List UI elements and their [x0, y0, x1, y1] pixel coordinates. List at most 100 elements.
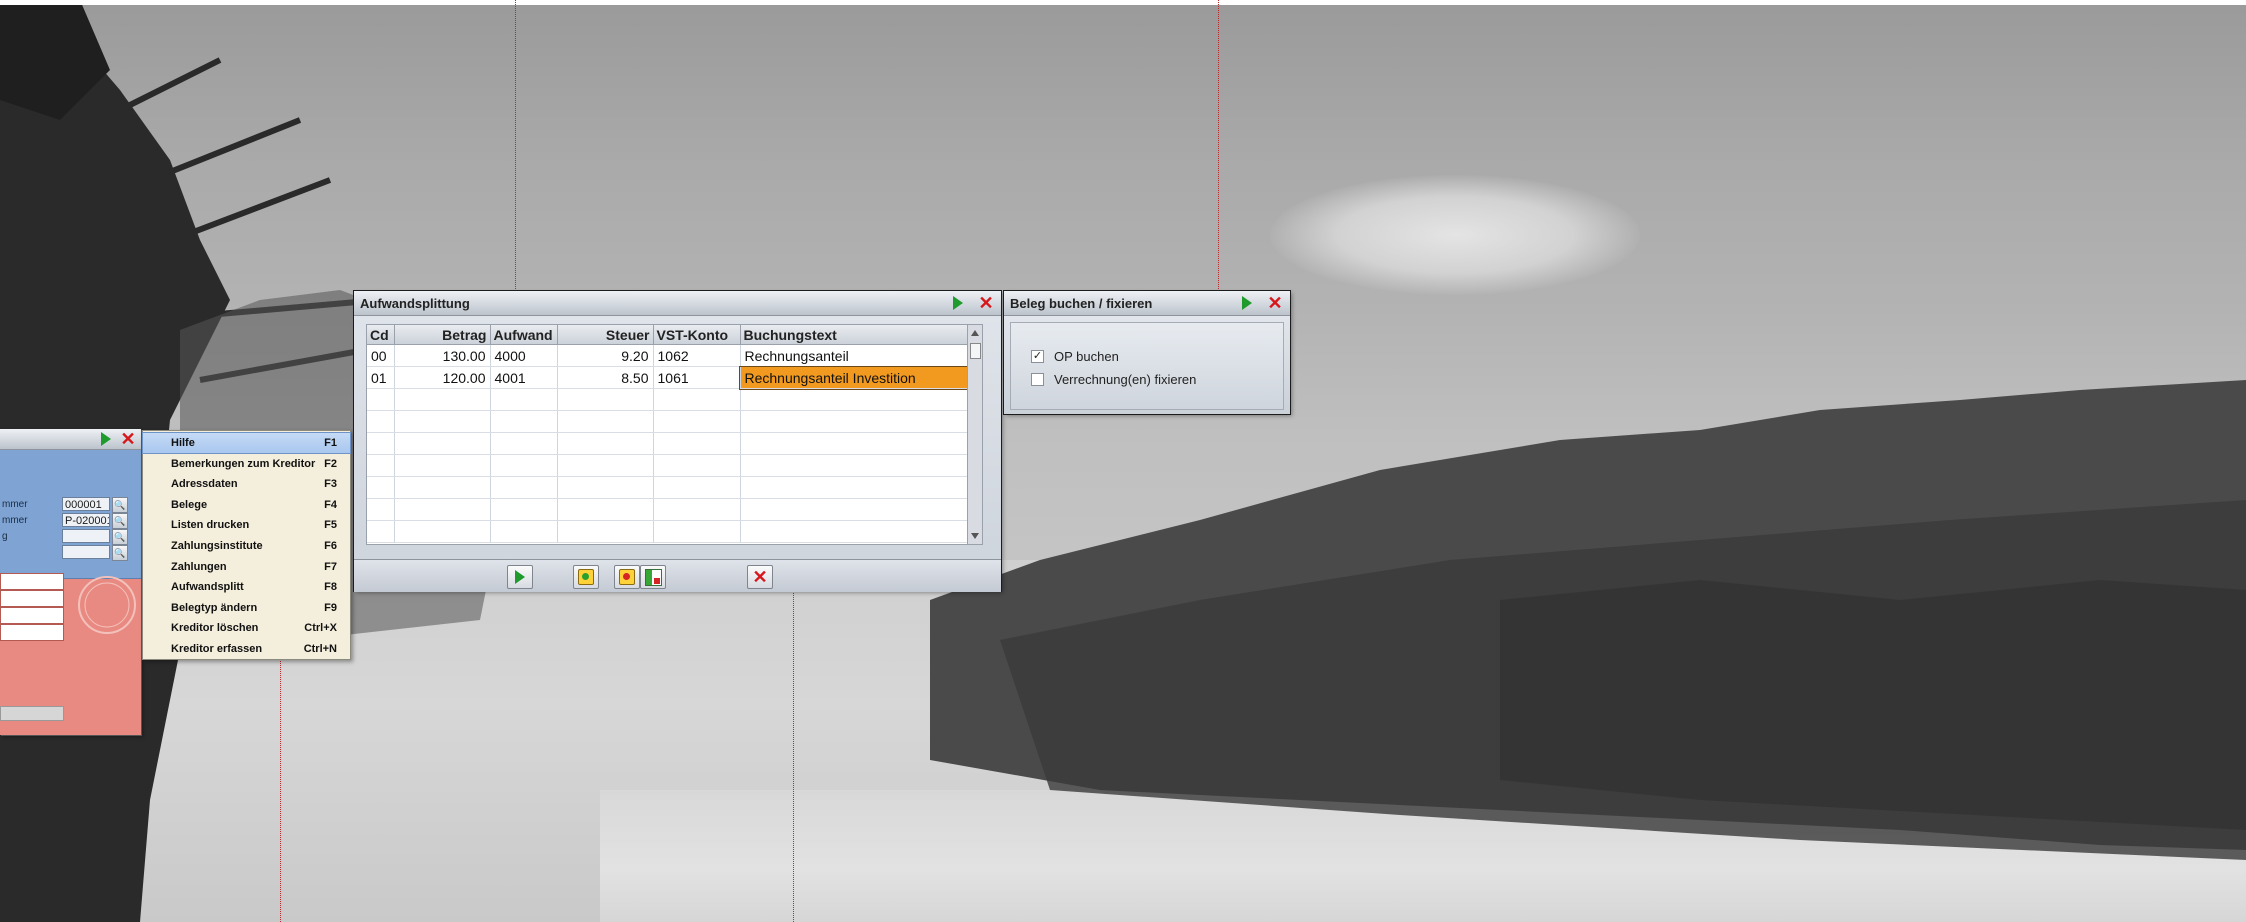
table-row[interactable]	[367, 410, 971, 433]
table-row[interactable]	[367, 520, 971, 543]
cell-steuer[interactable]: 9.20	[557, 344, 654, 367]
cell-vst[interactable]	[653, 476, 741, 499]
cell-text[interactable]	[740, 454, 971, 477]
cell-steuer[interactable]	[557, 410, 654, 433]
cell-betrag[interactable]	[394, 410, 491, 433]
cell-cd[interactable]	[367, 388, 395, 411]
cell-text[interactable]	[740, 388, 971, 411]
cell-steuer[interactable]	[557, 498, 654, 521]
cell-steuer[interactable]	[557, 454, 654, 477]
column-header[interactable]: Betrag	[394, 325, 491, 345]
cell-betrag[interactable]	[394, 432, 491, 455]
lookup-button[interactable]: 🔍	[112, 513, 128, 529]
cell-steuer[interactable]	[557, 476, 654, 499]
cell-cd[interactable]	[367, 476, 395, 499]
menu-item[interactable]: Belege F4	[143, 495, 350, 515]
column-header[interactable]: Steuer	[557, 325, 654, 345]
close-button[interactable]: ✕	[1266, 294, 1284, 312]
go-button[interactable]	[97, 430, 115, 448]
table-row[interactable]	[367, 498, 971, 521]
delete-record-button[interactable]	[614, 565, 640, 589]
column-header[interactable]: Buchungstext	[740, 325, 971, 345]
cell-text[interactable]	[740, 432, 971, 455]
go-button[interactable]	[507, 565, 533, 589]
column-header[interactable]: Cd	[367, 325, 395, 345]
cell-text[interactable]: Rechnungsanteil Investition	[739, 365, 971, 390]
menu-item[interactable]: Hilfe F1	[142, 432, 351, 454]
cell-aufwand[interactable]: 4001	[490, 366, 558, 389]
cell-text[interactable]	[740, 520, 971, 543]
cell-betrag[interactable]: 130.00	[394, 344, 491, 367]
cell-aufwand[interactable]	[490, 410, 558, 433]
cell-aufwand[interactable]	[490, 388, 558, 411]
menu-item[interactable]: Belegtyp ändern F9	[143, 598, 350, 618]
cell-steuer[interactable]	[557, 520, 654, 543]
verrechnung-fixieren-checkbox[interactable]	[1031, 373, 1044, 386]
lookup-button[interactable]: 🔍	[112, 529, 128, 545]
account-number-field[interactable]: P-020001	[62, 513, 110, 527]
cell-text[interactable]	[740, 498, 971, 521]
kreditor-input[interactable]	[0, 590, 64, 607]
kreditor-input[interactable]	[0, 573, 64, 590]
menu-item[interactable]: Kreditor löschen Ctrl+X	[143, 618, 350, 638]
menu-item[interactable]: Adressdaten F3	[143, 474, 350, 494]
fourth-field[interactable]	[62, 545, 110, 559]
cell-cd[interactable]	[367, 498, 395, 521]
table-row[interactable]: 00 130.00 4000 9.20 1062 Rechnungsanteil	[367, 344, 971, 367]
table-row[interactable]: 01 120.00 4001 8.50 1061 Rechnungsanteil Inve…	[367, 365, 971, 390]
go-button[interactable]	[1238, 294, 1256, 312]
scroll-up-icon[interactable]	[971, 330, 979, 336]
menu-item[interactable]: Zahlungsinstitute F6	[143, 536, 350, 556]
cell-vst[interactable]	[653, 498, 741, 521]
table-row[interactable]	[367, 476, 971, 499]
vertical-scrollbar[interactable]	[967, 325, 982, 544]
go-button[interactable]	[949, 294, 967, 312]
kreditor-input[interactable]	[0, 607, 64, 624]
cell-vst[interactable]	[653, 454, 741, 477]
lookup-button[interactable]: 🔍	[112, 545, 128, 561]
menu-item[interactable]: Aufwandsplitt F8	[143, 577, 350, 597]
cell-betrag[interactable]	[394, 476, 491, 499]
cell-steuer[interactable]: 8.50	[557, 366, 654, 389]
column-header[interactable]: VST-Konto	[653, 325, 741, 345]
scroll-thumb[interactable]	[970, 343, 981, 359]
cell-text[interactable]: Rechnungsanteil	[740, 344, 971, 367]
op-buchen-checkbox[interactable]: ✓	[1031, 350, 1044, 363]
third-field[interactable]	[62, 529, 110, 543]
new-record-button[interactable]	[573, 565, 599, 589]
table-row[interactable]	[367, 432, 971, 455]
cell-aufwand[interactable]	[490, 520, 558, 543]
cell-betrag[interactable]	[394, 520, 491, 543]
table-view-button[interactable]	[640, 565, 666, 589]
cancel-button[interactable]: ✕	[747, 565, 773, 589]
menu-item[interactable]: Kreditor erfassen Ctrl+N	[143, 639, 350, 659]
cell-cd[interactable]: 00	[367, 344, 395, 367]
lookup-button[interactable]: 🔍	[112, 497, 128, 513]
cell-betrag[interactable]	[394, 454, 491, 477]
cell-aufwand[interactable]	[490, 476, 558, 499]
menu-item[interactable]: Listen drucken F5	[143, 515, 350, 535]
verrechnung-fixieren-option[interactable]: Verrechnung(en) fixieren	[1031, 372, 1196, 387]
scroll-down-icon[interactable]	[971, 533, 979, 539]
table-row[interactable]	[367, 388, 971, 411]
cell-vst[interactable]	[653, 410, 741, 433]
cell-cd[interactable]	[367, 454, 395, 477]
menu-item[interactable]: Zahlungen F7	[143, 557, 350, 577]
table-row[interactable]	[367, 454, 971, 477]
cell-cd[interactable]	[367, 410, 395, 433]
cell-betrag[interactable]: 120.00	[394, 366, 491, 389]
cell-text[interactable]	[740, 476, 971, 499]
cell-cd[interactable]: 01	[367, 366, 395, 389]
cell-steuer[interactable]	[557, 388, 654, 411]
cell-aufwand[interactable]	[490, 432, 558, 455]
cell-vst[interactable]: 1062	[653, 344, 741, 367]
cell-text[interactable]	[740, 410, 971, 433]
cell-cd[interactable]	[367, 520, 395, 543]
cell-cd[interactable]	[367, 432, 395, 455]
cell-vst[interactable]: 1061	[653, 366, 741, 389]
close-button[interactable]: ✕	[119, 430, 137, 448]
cell-vst[interactable]	[653, 520, 741, 543]
cell-aufwand[interactable]: 4000	[490, 344, 558, 367]
cell-vst[interactable]	[653, 432, 741, 455]
close-button[interactable]: ✕	[977, 294, 995, 312]
